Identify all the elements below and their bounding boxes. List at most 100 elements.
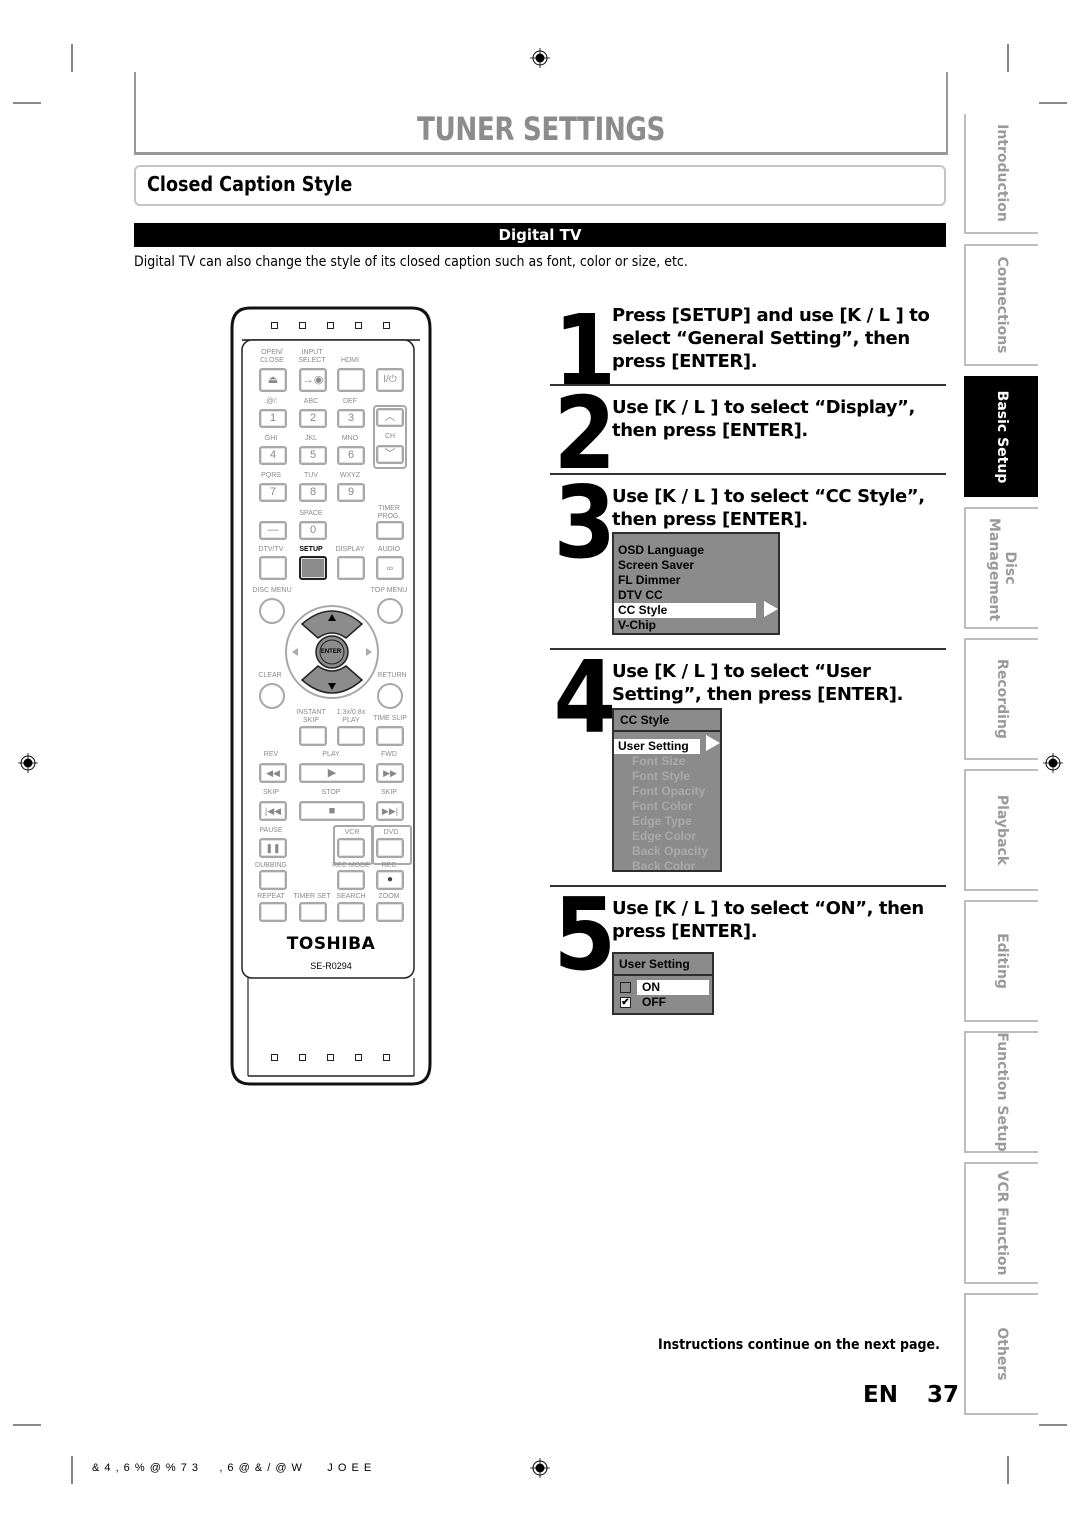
option-on-label[interactable]: ON (637, 980, 709, 995)
crop-mark (1007, 44, 1009, 72)
key-3[interactable]: 3 (337, 409, 365, 428)
checkbox-unchecked[interactable] (620, 982, 631, 993)
key-2[interactable]: 2 (299, 409, 327, 428)
rec-mode-button[interactable] (337, 870, 365, 890)
hdmi-button[interactable] (337, 368, 365, 392)
timer-prog-button[interactable] (376, 521, 404, 540)
side-tab-vcr-function[interactable]: VCR Function (964, 1162, 1038, 1284)
pause-button[interactable]: ❚❚ (259, 838, 287, 858)
vcr-button[interactable] (337, 838, 365, 858)
rewind-icon: ◀◀ (266, 768, 280, 778)
option-off-label[interactable]: OFF (637, 995, 666, 1010)
menu-item[interactable]: OSD Language (614, 543, 778, 558)
rev-label: REV (263, 751, 279, 758)
key-9[interactable]: 9 (337, 483, 365, 502)
setup-button[interactable] (299, 556, 327, 580)
zoom-button[interactable] (376, 902, 404, 922)
key-5[interactable]: 5 (299, 446, 327, 465)
rev-button[interactable]: ◀◀ (259, 763, 287, 783)
dtv-tv-label: DTV/TV (258, 546, 284, 553)
crop-mark (1007, 1456, 1009, 1484)
side-tab-playback[interactable]: Playback (964, 769, 1038, 891)
indicator-led (299, 322, 306, 329)
side-tab-disc-management[interactable]: Disc Management (964, 507, 1038, 629)
dtv-tv-button[interactable] (259, 556, 287, 580)
menu-item-disabled: Font Size (632, 754, 686, 768)
menu-item[interactable]: V-Chip (614, 618, 778, 633)
key-8[interactable]: 8 (299, 483, 327, 502)
page-number: 37 (927, 1382, 960, 1408)
indicator-led (383, 322, 390, 329)
play-speed-label: 1.3x/0.8x PLAY (336, 709, 366, 724)
chevron-up-icon: ︿ (384, 411, 396, 423)
audio-label: AUDIO (377, 546, 401, 553)
section-title: Closed Caption Style (147, 172, 353, 196)
step-instruction: Use [K / L ] to select “CC Style”, then … (612, 486, 925, 530)
timer-set-button[interactable] (299, 902, 327, 922)
input-select-button[interactable]: →◉ (299, 368, 327, 392)
stop-button[interactable]: ■ (299, 801, 365, 821)
instant-skip-button[interactable] (299, 726, 327, 746)
menu-header: User Setting (614, 954, 712, 976)
key-4[interactable]: 4 (259, 446, 287, 465)
key-3-letters: DEF (343, 398, 357, 405)
side-tab-recording[interactable]: Recording (964, 638, 1038, 760)
side-tab-others[interactable]: Others (964, 1293, 1038, 1415)
dash-key[interactable]: — (259, 521, 287, 540)
dubbing-button[interactable] (259, 870, 287, 890)
fwd-button[interactable]: ▶▶ (376, 763, 404, 783)
subsection-bar: Digital TV (134, 223, 946, 247)
display-label: DISPLAY (335, 546, 365, 553)
search-label: SEARCH (336, 893, 366, 900)
search-button[interactable] (337, 902, 365, 922)
registration-mark-icon (1043, 753, 1063, 773)
key-1[interactable]: 1 (259, 409, 287, 428)
play-button[interactable]: ▶ (299, 763, 365, 783)
skip-forward-label: SKIP (381, 789, 397, 796)
key-7[interactable]: 7 (259, 483, 287, 502)
menu-header: CC Style (614, 710, 720, 732)
rec-button[interactable]: ● (376, 870, 404, 890)
clear-button[interactable] (259, 683, 285, 709)
channel-down-button[interactable]: ﹀ (376, 445, 404, 464)
side-tab-editing[interactable]: Editing (964, 900, 1038, 1022)
display-button[interactable] (337, 556, 365, 580)
return-button[interactable] (377, 683, 403, 709)
menu-item[interactable]: DTV CC (614, 588, 778, 603)
step-instruction: Use [K / L ] to select “User Setting”, t… (612, 661, 904, 705)
repeat-label: REPEAT (257, 893, 285, 900)
menu-item[interactable]: Screen Saver (614, 558, 778, 573)
option-on-row[interactable]: ON (614, 980, 712, 995)
menu-item-selected[interactable]: User Setting (614, 739, 700, 754)
key-0[interactable]: 0 (299, 521, 327, 540)
side-tab-introduction[interactable]: Introduction (964, 114, 1038, 234)
side-tab-connections[interactable]: Connections (964, 244, 1038, 366)
input-icon: →◉ (302, 374, 324, 386)
display-menu: OSD Language Screen Saver FL Dimmer DTV … (612, 532, 780, 635)
skip-back-button[interactable]: |◀◀ (259, 801, 287, 821)
side-tab-function-setup[interactable]: Function Setup (964, 1031, 1038, 1153)
audio-button[interactable]: ∞ (376, 556, 404, 580)
repeat-button[interactable] (259, 902, 287, 922)
dubbing-label: DUBBING (255, 862, 287, 869)
menu-item[interactable]: FL Dimmer (614, 573, 778, 588)
play-speed-button[interactable] (337, 726, 365, 746)
menu-item-selected[interactable]: CC Style (614, 603, 756, 618)
time-slip-button[interactable] (376, 726, 404, 746)
intro-text: Digital TV can also change the style of … (134, 254, 688, 270)
checkbox-checked-icon[interactable]: ✔ (620, 997, 631, 1008)
dvd-button[interactable] (376, 838, 404, 858)
menu-item-disabled: Font Style (632, 769, 691, 783)
open-close-button[interactable]: ⏏ (259, 368, 287, 392)
option-off-row[interactable]: ✔ OFF (614, 995, 712, 1010)
skip-forward-button[interactable]: ▶▶| (376, 801, 404, 821)
channel-up-button[interactable]: ︿ (376, 408, 404, 427)
power-button[interactable]: I/⏻ (376, 368, 404, 392)
key-6[interactable]: 6 (337, 446, 365, 465)
crop-mark (71, 44, 73, 72)
key-8-letters: TUV (304, 472, 318, 479)
side-tab-basic-setup[interactable]: Basic Setup (964, 376, 1038, 497)
chevron-down-icon: ﹀ (384, 448, 396, 460)
step-instruction: Use [K / L ] to select “ON”, then press … (612, 898, 924, 942)
crop-mark (1039, 102, 1067, 104)
